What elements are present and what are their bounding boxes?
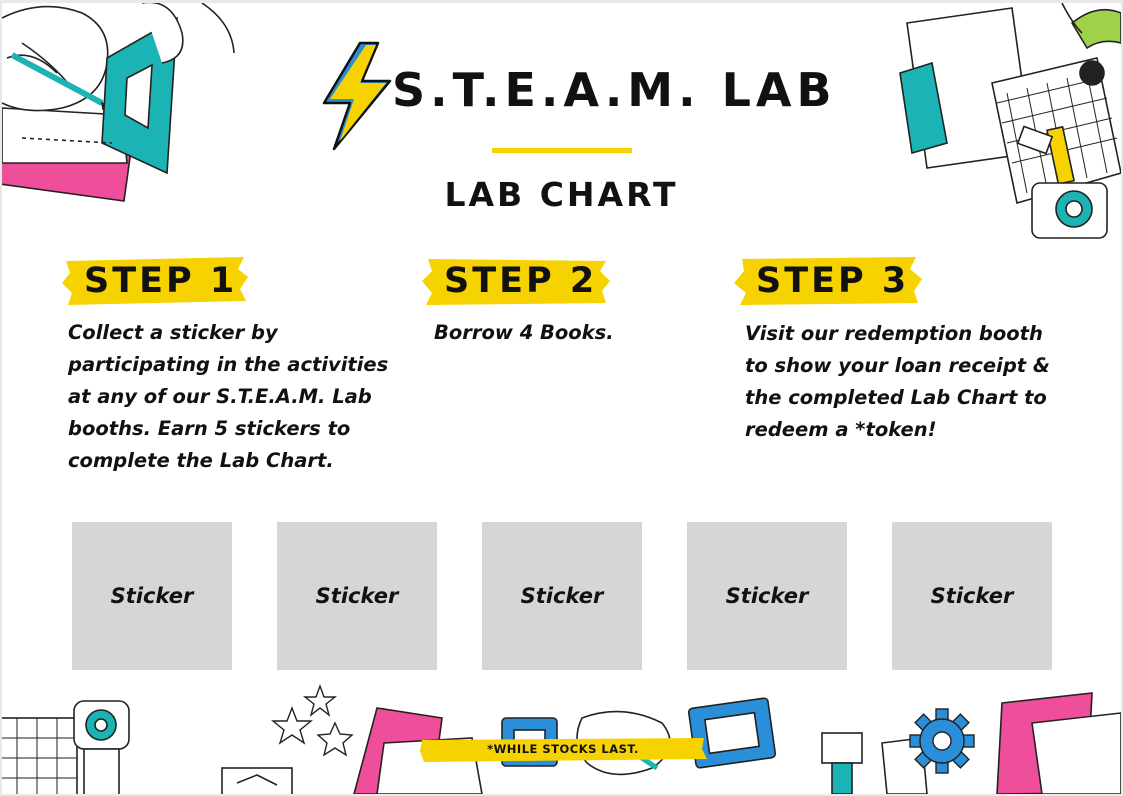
step-1-line: participating in the activities — [68, 353, 389, 376]
logo: S.T.E.A.M. LAB — [320, 41, 832, 151]
step-1-line: complete the Lab Chart. — [68, 449, 334, 472]
step-1-text: Collect a sticker by participating in th… — [68, 317, 413, 477]
star-icon — [271, 683, 354, 757]
step-2-text: Borrow 4 Books. — [434, 317, 734, 349]
lab-chart-page: S.T.E.A.M. LAB LAB CHART STEP 1 Collect … — [2, 3, 1121, 794]
page-subtitle: LAB CHART — [444, 175, 679, 214]
step-1-line: Collect a sticker by — [68, 321, 278, 344]
step-1-line: at any of our S.T.E.A.M. Lab — [68, 385, 372, 408]
step-3-line: Visit our redemption booth — [745, 322, 1043, 345]
step-3-line: the completed Lab Chart to — [745, 386, 1047, 409]
bottom-left-illustration — [2, 700, 293, 794]
step-1-line: booths. Earn 5 stickers to — [68, 417, 351, 440]
sticker-label: Sticker — [110, 584, 194, 608]
gear-icon — [909, 708, 975, 774]
step-1-label: STEP 1 — [84, 261, 238, 301]
logo-title: S.T.E.A.M. LAB — [392, 63, 837, 117]
step-3-label: STEP 3 — [756, 261, 910, 301]
sticker-slot-4: Sticker — [687, 522, 847, 670]
step-3-badge: STEP 3 — [732, 255, 924, 307]
sticker-label: Sticker — [315, 584, 399, 608]
sticker-slot-3: Sticker — [482, 522, 642, 670]
step-2-badge: STEP 2 — [420, 255, 612, 307]
step-3-line: redeem a *token! — [745, 418, 937, 441]
sticker-label: Sticker — [930, 584, 1014, 608]
lightning-bolt-icon — [322, 41, 392, 151]
title-divider — [492, 148, 632, 153]
sticker-slot-2: Sticker — [277, 522, 437, 670]
step-3-text: Visit our redemption booth to show your … — [745, 318, 1090, 446]
step-3-line: to show your loan receipt & — [745, 354, 1050, 377]
footnote-text: *WHILE STOCKS LAST. — [487, 742, 639, 756]
sticker-slot-5: Sticker — [892, 522, 1052, 670]
footnote-banner: *WHILE STOCKS LAST. — [418, 737, 708, 763]
step-2-label: STEP 2 — [444, 261, 598, 301]
sticker-label: Sticker — [520, 584, 604, 608]
sticker-label: Sticker — [725, 584, 809, 608]
step-1-badge: STEP 1 — [60, 255, 250, 307]
step-2-line: Borrow 4 Books. — [434, 321, 614, 344]
top-left-illustration — [2, 3, 235, 202]
sticker-slot-1: Sticker — [72, 522, 232, 670]
